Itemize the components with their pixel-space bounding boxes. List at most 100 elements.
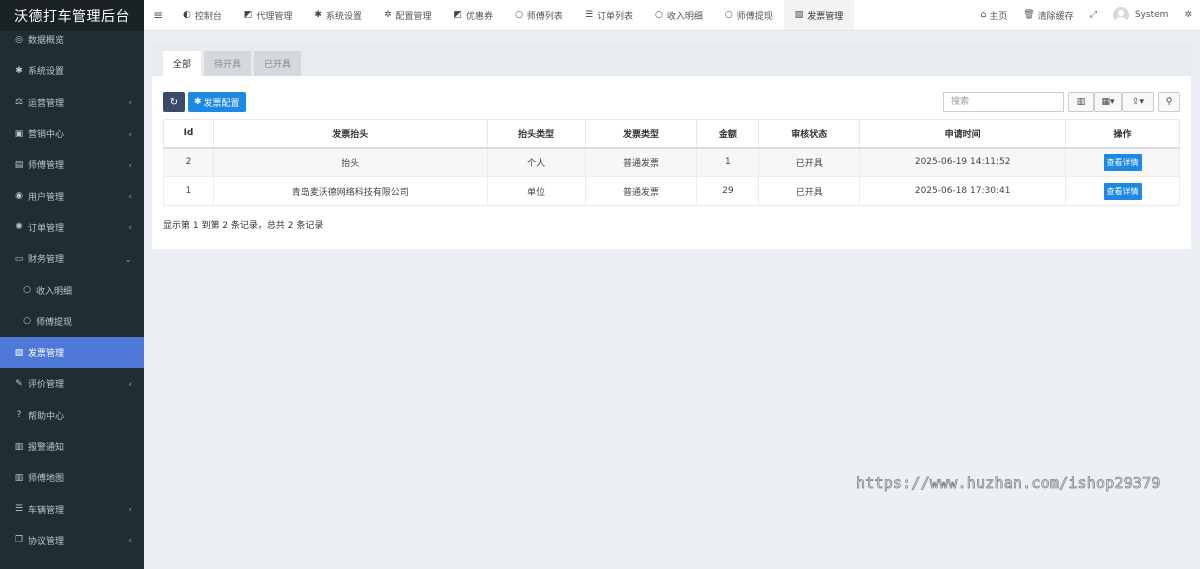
chevron-icon: ‹ bbox=[128, 223, 132, 234]
watermark: https://www.huzhan.com/ishop29379 bbox=[856, 474, 1161, 493]
home-icon: ⌂ bbox=[980, 10, 987, 20]
avatar bbox=[1112, 7, 1129, 23]
table-header-row: Id 发票抬头 抬头类型 发票类型 金额 审核状态 申请时间 操作 bbox=[163, 119, 1180, 149]
user-circle-icon: ◉ bbox=[15, 191, 23, 202]
clear-cache-button[interactable]: 🗑 清除缓存 bbox=[1015, 9, 1081, 22]
sidebar-item[interactable]: ◉ 用户管理 ‹ bbox=[0, 180, 144, 211]
column-header[interactable]: 发票类型 bbox=[584, 119, 698, 149]
export-button[interactable]: ⇪▾ bbox=[1122, 92, 1154, 112]
column-header[interactable]: 审核状态 bbox=[758, 119, 861, 149]
column-header[interactable]: 申请时间 bbox=[859, 119, 1067, 149]
column-select-button[interactable]: ▦▾ bbox=[1094, 92, 1122, 112]
column-header[interactable]: 操作 bbox=[1065, 119, 1180, 149]
cell-time: 2025-06-19 14:11:52 bbox=[859, 147, 1067, 177]
invoice-table: Id 发票抬头 抬头类型 发票类型 金额 审核状态 申请时间 操作 2 抬头 个人 普通发票 1 已开具… bbox=[163, 119, 1180, 206]
question-icon: ? bbox=[16, 410, 22, 421]
sidebar-item[interactable]: ▥ 师傅地图 bbox=[0, 462, 144, 493]
gear-icon: ✱ bbox=[15, 65, 23, 76]
status-tab[interactable]: 全部 bbox=[163, 51, 202, 76]
home-link[interactable]: ⌂ 主页 bbox=[973, 9, 1016, 22]
sidebar-item[interactable]: ▥ 报警通知 bbox=[0, 431, 144, 462]
view-details-button[interactable]: 查看详情 bbox=[1103, 153, 1142, 171]
top-tab[interactable]: ◐ 控制台 bbox=[172, 0, 233, 30]
sidebar-item[interactable]: ◎ 数据概览 bbox=[0, 24, 144, 55]
grid-icon: ◩ bbox=[453, 10, 463, 20]
map-icon: ▥ bbox=[14, 472, 24, 483]
sidebar-item[interactable]: ▣ 营销中心 ‹ bbox=[0, 118, 144, 149]
sidebar-item[interactable]: ○ 师傅提现 bbox=[0, 306, 144, 337]
trash-icon: 🗑 bbox=[1023, 10, 1035, 20]
sidebar-item[interactable]: ▤ 师傅管理 ‹ bbox=[0, 149, 144, 180]
menu-toggle-icon[interactable]: ≡ bbox=[144, 0, 172, 30]
column-header[interactable]: 抬头类型 bbox=[486, 119, 586, 149]
sidebar-item[interactable]: ☰ 车辆管理 ‹ bbox=[0, 493, 144, 524]
column-header[interactable]: Id bbox=[163, 119, 214, 149]
id-card-icon: ▤ bbox=[14, 159, 24, 170]
sidebar-item-label: 营销中心 bbox=[28, 130, 65, 141]
edit-icon: ✎ bbox=[15, 378, 23, 389]
fullscreen-button[interactable]: ⤢ bbox=[1082, 10, 1105, 20]
sidebar-item-label: 师傅提现 bbox=[36, 317, 73, 328]
column-header[interactable]: 金额 bbox=[696, 119, 760, 149]
sidebar-item[interactable]: ⚖ 运营管理 ‹ bbox=[0, 87, 144, 118]
top-tab[interactable]: ✱ 系统设置 bbox=[303, 0, 373, 30]
advanced-search-button[interactable]: ⚲ bbox=[1158, 92, 1180, 112]
home-label: 主页 bbox=[989, 11, 1008, 22]
search-input[interactable] bbox=[943, 92, 1064, 112]
cogs-icon: ✲ bbox=[383, 10, 392, 20]
top-tab-label: 订单列表 bbox=[597, 11, 634, 22]
sidebar-item[interactable]: ▭ 财务管理 ⌄ bbox=[0, 243, 144, 274]
top-tab-label: 控制台 bbox=[194, 11, 222, 22]
chevron-icon: ‹ bbox=[128, 129, 132, 140]
sidebar-item-label: 运营管理 bbox=[28, 98, 65, 109]
top-tab[interactable]: ▧ 发票管理 bbox=[783, 0, 855, 30]
cell-title-type: 个人 bbox=[486, 147, 586, 177]
user-name: System bbox=[1134, 10, 1169, 20]
cell-action: 查看详情 bbox=[1065, 176, 1180, 206]
status-tabs: 全部 待开具 已开具 bbox=[152, 42, 1191, 76]
view-details-button[interactable]: 查看详情 bbox=[1103, 182, 1142, 200]
settings-button[interactable]: ✲ bbox=[1176, 10, 1200, 20]
cell-title-type: 单位 bbox=[486, 176, 586, 206]
chevron-icon: ‹ bbox=[128, 192, 132, 203]
invoice-icon: ▧ bbox=[794, 10, 804, 20]
sidebar: 沃德打车管理后台 ◎ 数据概览 ✱ 系统设置 ⚖ 运营管理 ‹ ▣ 营销中心 ‹ ▤ 师傅管理 ‹ ◉ 用户… bbox=[0, 0, 144, 569]
sidebar-item[interactable]: ○ 收入明细 bbox=[0, 274, 144, 305]
circle-icon: ○ bbox=[724, 10, 733, 20]
status-tab[interactable]: 已开具 bbox=[254, 51, 302, 76]
refresh-button[interactable]: ↻ bbox=[163, 92, 185, 112]
user-menu[interactable]: System bbox=[1105, 7, 1177, 23]
top-tab[interactable]: ◩ 代理管理 bbox=[233, 0, 304, 30]
sidebar-item-label: 用户管理 bbox=[28, 192, 65, 203]
top-tab[interactable]: ✲ 配置管理 bbox=[373, 0, 443, 30]
top-tab[interactable]: ☰ 订单列表 bbox=[574, 0, 644, 30]
top-nav: ≡ ◐ 控制台 ◩ 代理管理 ✱ 系统设置 ✲ 配置管理 ◩ 优惠券 ○ 师傅列表 ☰ 订单列表 ○ 收入明细… bbox=[144, 0, 1200, 31]
toggle-columns-button[interactable]: ▥ bbox=[1068, 92, 1094, 112]
sidebar-item-label: 系统设置 bbox=[28, 67, 65, 78]
invoice-config-button[interactable]: ✱ 发票配置 bbox=[188, 92, 246, 112]
sidebar-item[interactable]: ✱ 系统设置 bbox=[0, 55, 144, 86]
column-header[interactable]: 发票抬头 bbox=[212, 119, 488, 149]
sidebar-item[interactable]: ✺ 订单管理 ‹ bbox=[0, 212, 144, 243]
top-tabs: ◐ 控制台 ◩ 代理管理 ✱ 系统设置 ✲ 配置管理 ◩ 优惠券 ○ 师傅列表 ☰ 订单列表 ○ 收入明细 ○ 师… bbox=[172, 0, 855, 30]
top-tab[interactable]: ○ 收入明细 bbox=[644, 0, 714, 30]
status-tab[interactable]: 待开具 bbox=[204, 51, 252, 76]
sidebar-item-label: 发票管理 bbox=[28, 349, 65, 360]
pagination-info: 显示第 1 到第 2 条记录，总共 2 条记录 bbox=[163, 221, 324, 231]
settings-icon: ✲ bbox=[1184, 10, 1192, 20]
sidebar-item[interactable]: ✎ 评价管理 ‹ bbox=[0, 368, 144, 399]
cell-amount: 1 bbox=[696, 147, 760, 177]
sidebar-item[interactable]: ❐ 协议管理 ‹ bbox=[0, 525, 144, 556]
fullscreen-icon: ⤢ bbox=[1089, 10, 1097, 20]
top-tab[interactable]: ○ 师傅列表 bbox=[504, 0, 574, 30]
top-tab[interactable]: ○ 师傅提现 bbox=[714, 0, 784, 30]
sidebar-item[interactable]: ? 帮助中心 bbox=[0, 400, 144, 431]
top-tab-label: 师傅提现 bbox=[736, 11, 773, 22]
chevron-icon: ‹ bbox=[128, 536, 132, 547]
sidebar-item-label: 帮助中心 bbox=[28, 411, 65, 422]
circle-icon: ○ bbox=[655, 10, 663, 20]
top-tab[interactable]: ◩ 优惠券 bbox=[443, 0, 505, 30]
sidebar-item-label: 师傅地图 bbox=[28, 474, 65, 485]
cell-action: 查看详情 bbox=[1065, 147, 1180, 177]
sidebar-item[interactable]: ▧ 发票管理 bbox=[0, 336, 144, 369]
